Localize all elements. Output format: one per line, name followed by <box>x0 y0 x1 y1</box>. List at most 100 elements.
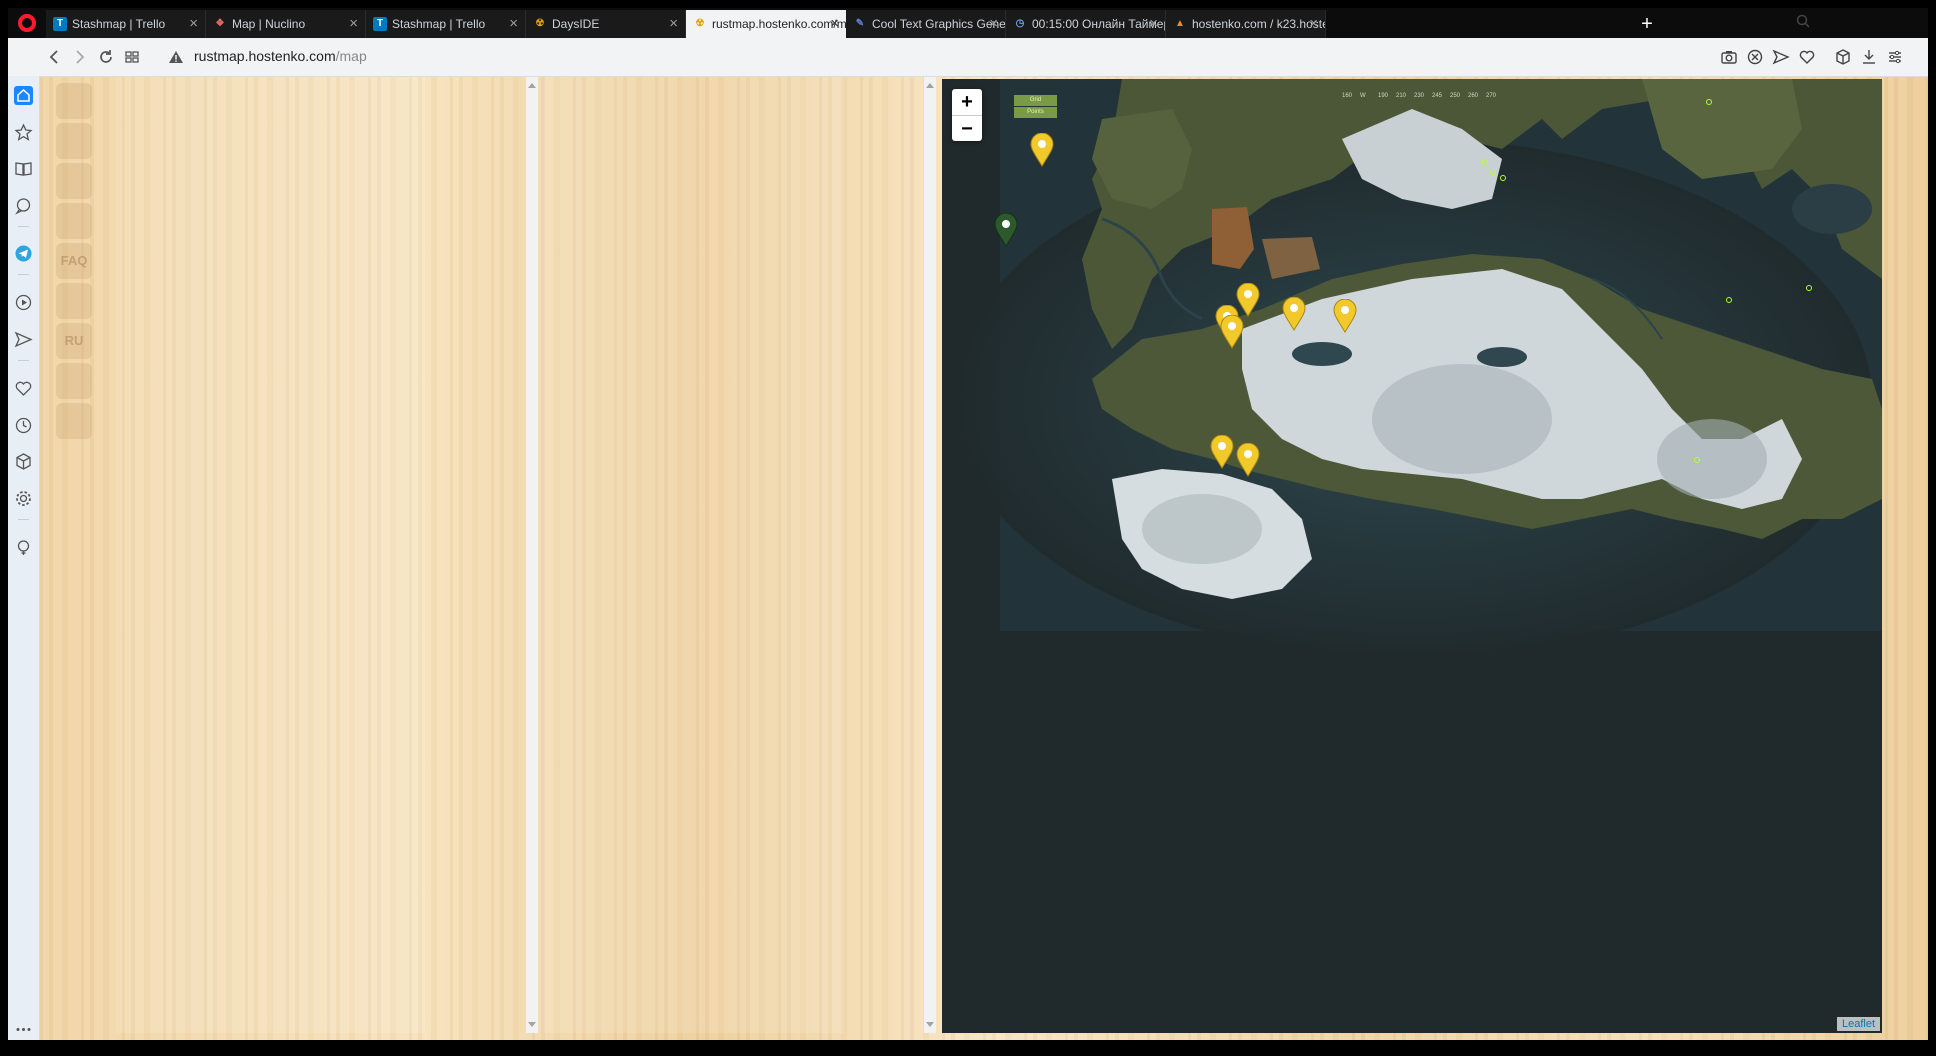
hazard-icon: ☢ <box>695 18 705 29</box>
opera-logo-icon[interactable] <box>18 14 36 32</box>
map-marker-yellow[interactable] <box>1030 133 1054 167</box>
close-tab-icon[interactable]: × <box>1309 10 1318 38</box>
forward-arrow-icon <box>76 50 85 64</box>
browser-sidebar <box>8 76 40 1048</box>
url-field[interactable]: rustmap.hostenko.com/map <box>194 48 367 64</box>
address-toolbar: rustmap.hostenko.com/map <box>8 38 1928 77</box>
hostenko-icon: ▲ <box>1175 18 1185 29</box>
map-marker-yellow[interactable] <box>1236 283 1260 317</box>
send-icon[interactable] <box>14 330 33 349</box>
sidebar-divider <box>18 226 29 227</box>
tab-timer[interactable]: ◷ 00:15:00 Онлайн Таймер × <box>1006 10 1166 38</box>
faded-tool-icon <box>56 123 92 159</box>
close-tab-icon[interactable]: × <box>669 10 678 38</box>
adblock-icon[interactable] <box>1746 48 1764 66</box>
nuclino-icon: ❖ <box>215 18 225 29</box>
poi-dot[interactable] <box>1490 169 1496 175</box>
map-marker-yellow[interactable] <box>1210 435 1234 469</box>
map-marker-yellow[interactable] <box>1282 297 1306 331</box>
tab-stashmap-trello-2[interactable]: T Stashmap | Trello × <box>366 10 526 38</box>
tab-map-nuclino[interactable]: ❖ Map | Nuclino × <box>206 10 366 38</box>
left-panel-scrollbar[interactable] <box>526 77 538 1033</box>
faded-faq-button: FAQ <box>56 243 92 279</box>
poi-dot[interactable] <box>1482 159 1488 165</box>
sidebar-divider <box>18 519 29 520</box>
cube-icon[interactable] <box>14 452 33 471</box>
grid-toggle-button[interactable]: Grid <box>1014 95 1057 106</box>
easy-setup-icon[interactable] <box>1886 48 1904 66</box>
tab-title: Cool Text Graphics Genera <box>872 17 1006 31</box>
points-toggle-button[interactable]: Points <box>1014 107 1057 118</box>
clock-icon[interactable] <box>14 416 33 435</box>
heart-icon[interactable] <box>14 379 33 398</box>
sidebar-divider <box>18 360 29 361</box>
zoom-control: + − <box>952 89 982 141</box>
poi-dot[interactable] <box>1806 285 1812 291</box>
grid-label: 160 <box>1342 93 1353 99</box>
poi-dot[interactable] <box>1706 99 1712 105</box>
not-secure-warning-icon[interactable] <box>168 49 184 65</box>
tab-strip: T Stashmap | Trello × ❖ Map | Nuclino × … <box>8 8 1928 38</box>
lightbulb-icon[interactable] <box>14 538 33 557</box>
map-tiles <box>952 79 1882 659</box>
tab-hostenko[interactable]: ▲ hostenko.com / k23.hosten × <box>1166 10 1326 38</box>
map-marker-yellow[interactable] <box>1236 443 1260 477</box>
grid-label: W <box>1360 93 1366 99</box>
grid-label: 210 <box>1396 93 1407 99</box>
close-tab-icon[interactable]: × <box>509 10 518 38</box>
faded-tool-panel: FAQ RU <box>48 77 112 439</box>
close-tab-icon[interactable]: × <box>189 10 198 38</box>
speed-dial-button[interactable] <box>122 47 142 67</box>
settings-icon[interactable] <box>14 489 33 508</box>
home-icon[interactable] <box>14 86 33 105</box>
tab-stashmap-trello-1[interactable]: T Stashmap | Trello × <box>46 10 206 38</box>
tab-rustmap[interactable]: ☢ rustmap.hostenko.com/ma × <box>686 10 846 38</box>
map-marker-green[interactable] <box>994 213 1018 247</box>
download-icon[interactable] <box>1860 48 1878 66</box>
book-icon[interactable] <box>14 159 33 178</box>
grid-label: 245 <box>1432 93 1443 99</box>
faded-lang-button: RU <box>56 323 92 359</box>
zoom-out-button[interactable]: − <box>952 116 982 142</box>
faded-bulb-icon <box>56 163 92 199</box>
player-icon[interactable] <box>14 293 33 312</box>
poi-dot[interactable] <box>1694 457 1700 463</box>
new-tab-button[interactable]: + <box>1634 10 1660 38</box>
tab-search-icon[interactable] <box>1796 14 1810 28</box>
middle-panel-scrollbar[interactable] <box>924 77 936 1033</box>
star-icon[interactable] <box>14 123 33 142</box>
grid-label: 250 <box>1450 93 1461 99</box>
forward-button[interactable] <box>70 47 90 67</box>
map-marker-yellow[interactable] <box>1333 299 1357 333</box>
poi-dot[interactable] <box>1726 297 1732 303</box>
tab-title: Stashmap | Trello <box>392 17 486 31</box>
more-icon[interactable] <box>14 1020 33 1039</box>
tab-title: rustmap.hostenko.com/ma <box>712 17 846 31</box>
send-icon[interactable] <box>1772 48 1790 66</box>
tab-title: hostenko.com / k23.hosten <box>1192 17 1326 31</box>
close-tab-icon[interactable]: × <box>989 10 998 38</box>
url-host: rustmap.hostenko.com <box>194 48 336 64</box>
chat-icon[interactable] <box>14 196 33 215</box>
zoom-in-button[interactable]: + <box>952 89 982 116</box>
extensions-cube-icon[interactable] <box>1834 48 1852 66</box>
map-view[interactable]: 160 W 190 210 230 245 250 260 270 + − Gr… <box>942 79 1882 1033</box>
close-tab-icon[interactable]: × <box>349 10 358 38</box>
heart-icon[interactable] <box>1798 48 1816 66</box>
grid-label: 270 <box>1486 93 1497 99</box>
close-tab-icon[interactable]: × <box>830 10 839 38</box>
leaflet-attribution-link[interactable]: Leaflet <box>1836 1017 1880 1031</box>
poi-dot[interactable] <box>1500 175 1506 181</box>
cooltext-icon: ✎ <box>855 18 865 29</box>
grid-icon <box>125 51 139 63</box>
reload-button[interactable] <box>96 47 116 67</box>
camera-icon[interactable] <box>1720 48 1738 66</box>
back-button[interactable] <box>44 47 64 67</box>
tab-cool-text[interactable]: ✎ Cool Text Graphics Genera × <box>846 10 1006 38</box>
tab-daysIDE[interactable]: ☢ DaysIDE × <box>526 10 686 38</box>
telegram-icon[interactable] <box>14 244 33 263</box>
close-tab-icon[interactable]: × <box>1149 10 1158 38</box>
map-marker-yellow[interactable] <box>1220 315 1244 349</box>
grid-label: 260 <box>1468 93 1479 99</box>
grid-label: 190 <box>1378 93 1389 99</box>
